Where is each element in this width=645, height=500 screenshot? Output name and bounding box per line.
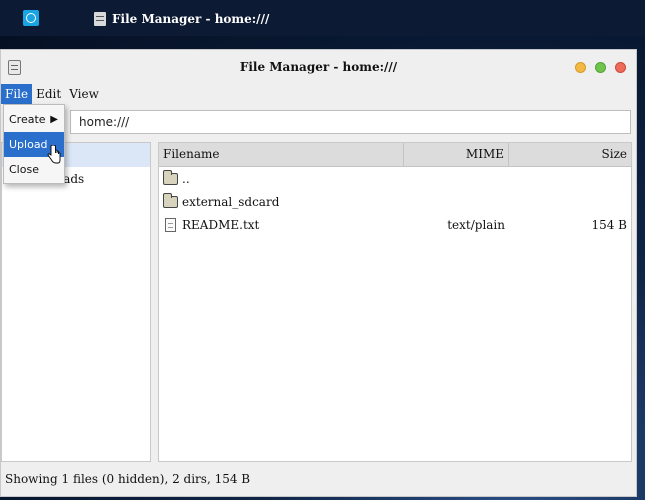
file-name-cell: external_sdcard bbox=[159, 192, 404, 209]
folder-tree: oads bbox=[1, 142, 151, 462]
file-name: .. bbox=[182, 171, 190, 186]
file-list-header: Filename MIME Size bbox=[159, 143, 631, 167]
file-size: 154 B bbox=[591, 217, 627, 232]
file-menu-dropdown: Create ▶ Upload Close bbox=[3, 104, 65, 184]
file-name: README.txt bbox=[182, 217, 260, 232]
menu-item-label: Create bbox=[9, 113, 46, 126]
file-row-readme[interactable]: README.txt text/plain 154 B bbox=[159, 213, 631, 236]
menu-item-label: Close bbox=[9, 163, 39, 176]
file-row-parent[interactable]: .. bbox=[159, 167, 631, 190]
status-bar: Showing 1 files (0 hidden), 2 dirs, 154 … bbox=[5, 472, 251, 486]
maximize-button[interactable] bbox=[595, 62, 606, 73]
window-app-icon bbox=[8, 60, 21, 75]
file-name-cell: .. bbox=[159, 169, 404, 186]
file-mime: text/plain bbox=[447, 217, 505, 232]
text-file-icon bbox=[165, 217, 176, 232]
window-title: File Manager - home:/// bbox=[239, 60, 398, 74]
start-menu-icon[interactable] bbox=[23, 10, 39, 26]
taskbar-item-file-manager[interactable]: File Manager - home:/// bbox=[94, 10, 269, 28]
column-header-size[interactable]: Size bbox=[509, 143, 631, 166]
folder-icon bbox=[163, 169, 178, 185]
column-header-mime[interactable]: MIME bbox=[404, 143, 509, 166]
file-name-cell: README.txt bbox=[159, 217, 404, 232]
taskbar-item-label: File Manager - home:/// bbox=[112, 12, 270, 26]
address-input[interactable]: home:/// bbox=[70, 110, 631, 134]
window-controls bbox=[575, 62, 626, 73]
menu-file[interactable]: File bbox=[1, 84, 33, 104]
menu-item-label: Upload bbox=[9, 138, 48, 151]
minimize-button[interactable] bbox=[575, 62, 586, 73]
file-row-external-sdcard[interactable]: external_sdcard bbox=[159, 190, 631, 213]
folder-icon bbox=[163, 192, 178, 208]
document-icon bbox=[94, 12, 106, 26]
menubar: File Edit View bbox=[1, 84, 103, 104]
window-titlebar[interactable]: File Manager - home:/// bbox=[1, 50, 636, 84]
menu-edit[interactable]: Edit bbox=[32, 84, 65, 104]
column-header-filename[interactable]: Filename bbox=[159, 143, 404, 166]
menu-item-create[interactable]: Create ▶ bbox=[4, 107, 64, 132]
menu-view[interactable]: View bbox=[65, 84, 103, 104]
file-list: Filename MIME Size .. external_sdcard RE… bbox=[158, 142, 632, 462]
file-name: external_sdcard bbox=[182, 194, 280, 209]
taskbar: File Manager - home:/// bbox=[0, 0, 645, 36]
hand-cursor-icon bbox=[47, 145, 61, 164]
close-window-button[interactable] bbox=[615, 62, 626, 73]
file-manager-window: File Manager - home:/// File Edit View h… bbox=[0, 49, 637, 497]
submenu-arrow-icon: ▶ bbox=[50, 114, 58, 125]
